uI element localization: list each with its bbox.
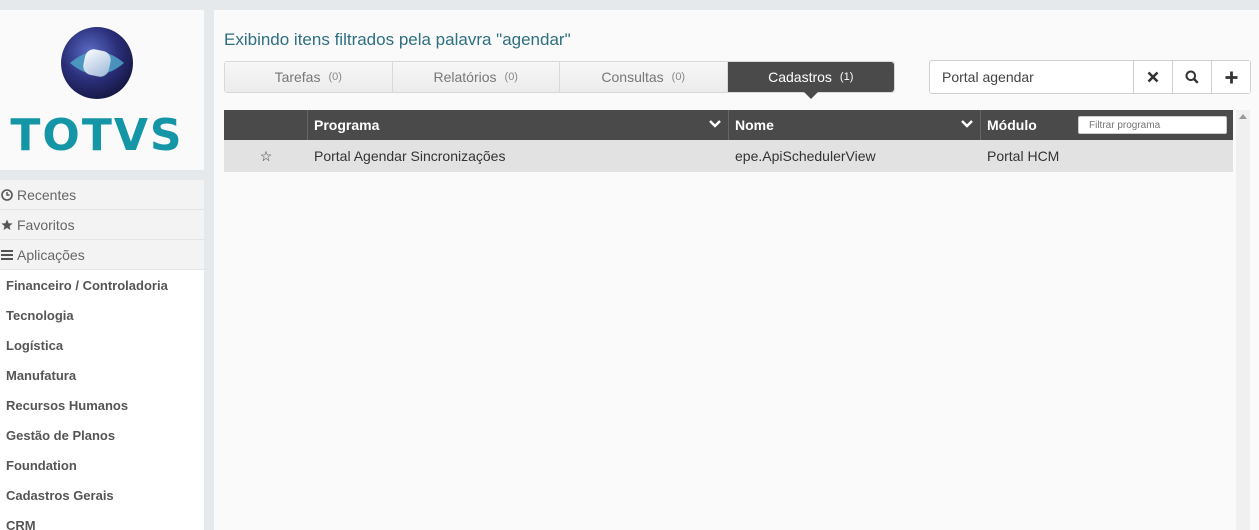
section-label: Favoritos xyxy=(17,216,75,233)
tab-label: Relatórios xyxy=(433,69,497,85)
list-icon xyxy=(0,248,14,262)
favorite-column-header xyxy=(224,110,308,140)
tab-label: Tarefas xyxy=(274,69,321,85)
logo-panel: TOTVS xyxy=(0,10,204,170)
programs-grid: Programa Nome Módulo ☆ Portal Agendar Si… xyxy=(224,110,1233,530)
tab-tarefas[interactable]: Tarefas (0) xyxy=(225,62,393,92)
cell-modulo: Portal HCM xyxy=(987,148,1060,164)
column-label: Nome xyxy=(735,117,774,133)
section-label: Recentes xyxy=(17,186,77,203)
search-icon xyxy=(1185,70,1199,84)
sidebar-item-logistica[interactable]: Logística xyxy=(0,330,204,360)
filter-program-input[interactable] xyxy=(1078,116,1227,134)
tab-count: (1) xyxy=(839,71,854,83)
grid-header: Programa Nome Módulo xyxy=(224,110,1233,140)
column-label: Programa xyxy=(314,117,380,133)
search-input[interactable] xyxy=(930,61,1134,93)
tab-label: Cadastros xyxy=(768,69,832,85)
totvs-logo-icon: TOTVS xyxy=(10,27,183,161)
chevron-down-icon[interactable] xyxy=(708,118,722,130)
tab-cadastros[interactable]: Cadastros (1) xyxy=(727,62,894,99)
column-header-nome[interactable]: Nome xyxy=(729,110,981,140)
search-box xyxy=(929,60,1251,94)
column-header-modulo[interactable]: Módulo xyxy=(981,110,1233,140)
section-favoritos[interactable]: Favoritos xyxy=(0,210,204,240)
section-aplicacoes[interactable]: Aplicações xyxy=(0,240,204,270)
brand-text: TOTVS xyxy=(10,110,183,161)
column-label: Módulo xyxy=(987,117,1037,133)
tab-bar: Tarefas (0) Relatórios (0) Consultas (0)… xyxy=(224,61,895,99)
clock-icon xyxy=(0,188,14,202)
section-label: Aplicações xyxy=(17,246,85,263)
star-icon xyxy=(0,218,14,232)
sidebar-item-financeiro[interactable]: Financeiro / Controladoria xyxy=(0,270,204,300)
section-recentes[interactable]: Recentes xyxy=(0,180,204,210)
add-button[interactable] xyxy=(1211,61,1250,93)
scroll-up-arrow-icon[interactable] xyxy=(1239,114,1247,119)
tab-count: (0) xyxy=(671,71,686,83)
clear-search-button[interactable] xyxy=(1133,61,1173,93)
close-icon xyxy=(1147,71,1159,83)
cell-programa: Portal Agendar Sincronizações xyxy=(314,148,506,164)
sidebar-item-gestao-planos[interactable]: Gestão de Planos xyxy=(0,420,204,450)
tab-count: (0) xyxy=(504,71,518,83)
tab-label: Consultas xyxy=(601,69,664,85)
sidebar-item-crm[interactable]: CRM xyxy=(0,510,204,530)
vertical-scrollbar[interactable] xyxy=(1236,110,1250,530)
tab-count: (0) xyxy=(328,71,342,83)
search-button[interactable] xyxy=(1172,61,1212,93)
sidebar-item-foundation[interactable]: Foundation xyxy=(0,450,204,480)
tab-consultas[interactable]: Consultas (0) xyxy=(560,62,728,92)
chevron-down-icon[interactable] xyxy=(960,118,974,130)
active-tab-caret xyxy=(803,92,818,99)
cell-nome: epe.ApiSchedulerView xyxy=(735,148,876,164)
sidebar-item-manufatura[interactable]: Manufatura xyxy=(0,360,204,390)
table-row[interactable]: ☆ Portal Agendar Sincronizações epe.ApiS… xyxy=(224,140,1233,172)
sidebar-item-cadastros-gerais[interactable]: Cadastros Gerais xyxy=(0,480,204,510)
plus-icon xyxy=(1225,71,1238,83)
sidebar-menu: Recentes Favoritos Aplicações Financeiro… xyxy=(0,180,204,530)
sidebar-item-recursos-humanos[interactable]: Recursos Humanos xyxy=(0,390,204,420)
favorite-star-icon[interactable]: ☆ xyxy=(224,140,308,172)
tab-relatorios[interactable]: Relatórios (0) xyxy=(392,62,560,92)
page-title: Exibindo itens filtrados pela palavra "a… xyxy=(224,30,571,49)
sidebar-item-tecnologia[interactable]: Tecnologia xyxy=(0,300,204,330)
main-panel: Exibindo itens filtrados pela palavra "a… xyxy=(214,10,1259,530)
column-header-programa[interactable]: Programa xyxy=(308,110,729,140)
